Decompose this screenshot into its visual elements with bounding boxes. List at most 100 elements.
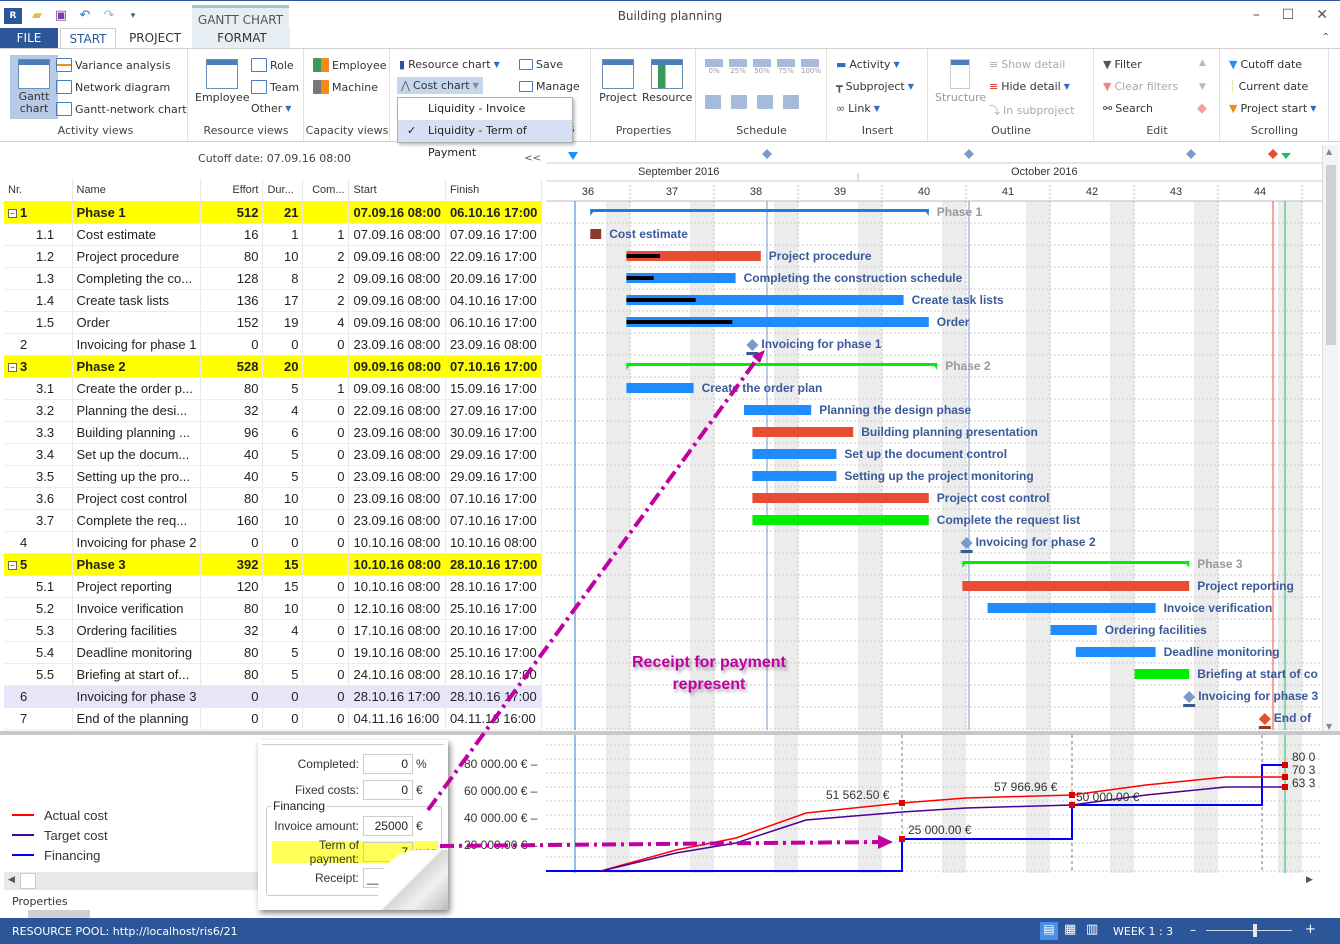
cell-effort[interactable]: 0 [200,531,264,554]
save-chart-button[interactable]: Save [519,58,563,71]
cell-nr[interactable]: 7 [4,707,73,730]
cell-start[interactable]: 17.10.16 08:00 [348,619,446,642]
gantt-vertical-scrollbar[interactable]: ▲ ▼ [1322,145,1338,735]
cell-effort[interactable]: 152 [200,311,264,334]
cell-finish[interactable]: 07.10.16 17:00 [445,509,543,532]
cell-finish[interactable]: 15.09.16 17:00 [445,377,543,400]
cell-start[interactable]: 23.09.16 08:00 [348,421,446,444]
col-name[interactable]: Name [72,179,202,202]
cell-duration[interactable]: 10 [262,245,304,268]
cell-name[interactable]: Invoice verification [72,597,202,620]
table-row[interactable]: 3.3 Building planning ... 96 6 0 23.09.16 08:… [4,421,543,444]
filter-button[interactable]: ▼ Filter [1103,58,1142,71]
cell-nr[interactable]: 1.5 [4,311,73,334]
insert-activity-dropdown[interactable]: ▬ Activity ▼ [836,58,900,71]
col-duration[interactable]: Dur... [262,179,304,202]
cell-duration[interactable]: 10 [262,509,304,532]
gantt-view-icon[interactable]: ▤ [1040,922,1058,940]
network-diagram-button[interactable]: Network diagram [56,80,170,94]
scrollbar-thumb[interactable] [20,873,36,889]
cell-nr[interactable]: 3.3 [4,421,73,444]
progress-50-button[interactable]: 50% [753,59,771,75]
cell-name[interactable]: Complete the req... [72,509,202,532]
progress-25-button[interactable]: 25% [729,59,747,75]
project-start-dropdown[interactable]: ▼ Project start ▼ [1229,102,1316,115]
cell-nr[interactable]: 2 [4,333,73,356]
cell-nr[interactable]: 1.1 [4,223,73,246]
cell-completed[interactable] [302,355,350,378]
cell-finish[interactable]: 25.10.16 17:00 [445,641,543,664]
collapse-toggle-icon[interactable]: − [8,560,17,570]
col-nr[interactable]: Nr. [4,179,73,202]
cell-nr[interactable]: 3.6 [4,487,73,510]
phase-row[interactable]: −1 Phase 1 512 21 07.09.16 08:00 06.10.16 17:… [4,201,543,224]
cell-duration[interactable]: 19 [262,311,304,334]
structure-button[interactable]: Structure [935,59,986,104]
cell-finish[interactable]: 28.10.16 17:00 [445,685,543,708]
cell-nr[interactable]: 3.2 [4,399,73,422]
scroll-down-arrow-icon[interactable]: ▼ [1326,722,1332,731]
cell-start[interactable]: 10.10.16 08:00 [348,575,446,598]
invoice-amount-input[interactable]: 25000 [363,816,413,836]
fixed-costs-input[interactable]: 0 [363,780,413,800]
zoom-in-button[interactable]: + [1305,922,1316,937]
team-button[interactable]: Team [251,80,299,94]
cell-start[interactable]: 09.09.16 08:00 [348,377,446,400]
cell-name[interactable]: Create the order p... [72,377,202,400]
search-button[interactable]: ⚯ Search [1103,102,1153,115]
cell-finish[interactable]: 23.09.16 08:00 [445,333,543,356]
cell-start[interactable]: 07.09.16 08:00 [348,201,446,224]
cell-name[interactable]: Building planning ... [72,421,202,444]
cell-duration[interactable]: 1 [262,223,304,246]
phase-row[interactable]: −5 Phase 3 392 15 10.10.16 08:00 28.10.16 17:… [4,553,543,576]
zoom-slider-thumb[interactable] [1253,924,1258,937]
cell-start[interactable]: 07.09.16 08:00 [348,223,446,246]
cell-completed[interactable]: 0 [302,597,350,620]
tab-format[interactable]: FORMAT [194,28,290,49]
eraser-icon[interactable]: ◆ [1197,101,1207,116]
other-views-dropdown[interactable]: Other ▼ [251,102,291,115]
cell-start[interactable]: 09.09.16 08:00 [348,311,446,334]
cell-name[interactable]: Deadline monitoring [72,641,202,664]
cell-finish[interactable]: 04.11.16 16:00 [445,707,543,730]
cell-effort[interactable]: 0 [200,333,264,356]
cell-effort[interactable]: 32 [200,399,264,422]
cell-finish[interactable]: 04.10.16 17:00 [445,289,543,312]
variance-analysis-button[interactable]: Variance analysis [56,58,171,72]
cell-effort[interactable]: 16 [200,223,264,246]
col-finish[interactable]: Finish [445,179,543,202]
properties-panel-label[interactable]: Properties [12,895,68,908]
cell-effort[interactable]: 128 [200,267,264,290]
table-row[interactable]: 3.7 Complete the req... 160 10 0 23.09.16 08:… [4,509,543,532]
minimize-icon[interactable]: – [1253,7,1260,23]
cell-name[interactable]: Phase 2 [72,355,202,378]
schedule-to-cutoff-icon[interactable] [705,95,721,109]
resource-properties-button[interactable]: Resource [642,59,692,104]
cell-nr[interactable]: 3.5 [4,465,73,488]
cell-duration[interactable]: 5 [262,465,304,488]
collapse-table-button[interactable]: << [524,153,541,164]
cell-name[interactable]: Project cost control [72,487,202,510]
cell-name[interactable]: Cost estimate [72,223,202,246]
cell-nr[interactable]: 6 [4,685,73,708]
cost-chart-dropdown[interactable]: ⋀ Cost chart ▼ [397,77,483,94]
progress-0-button[interactable]: 0% [705,59,723,75]
col-effort[interactable]: Effort [200,179,264,202]
cell-effort[interactable]: 160 [200,509,264,532]
table-row[interactable]: 2 Invoicing for phase 1 0 0 0 23.09.16 08:00 2… [4,333,543,356]
cell-finish[interactable]: 28.10.16 17:00 [445,663,543,686]
cell-nr[interactable]: 3.4 [4,443,73,466]
table-row[interactable]: 5.1 Project reporting 120 15 0 10.10.16 08:00… [4,575,543,598]
capacity-view-icon[interactable]: ▥ [1086,922,1098,937]
cell-completed[interactable]: 0 [302,707,350,730]
cell-completed[interactable]: 0 [302,399,350,422]
cell-finish[interactable]: 25.10.16 17:00 [445,597,543,620]
cell-nr[interactable]: 5.5 [4,663,73,686]
cell-duration[interactable]: 10 [262,487,304,510]
cell-completed[interactable] [302,553,350,576]
cell-completed[interactable]: 1 [302,377,350,400]
cell-nr[interactable]: 1.4 [4,289,73,312]
table-row[interactable]: 4 Invoicing for phase 2 0 0 0 10.10.16 08:00 1… [4,531,543,554]
cell-effort[interactable]: 512 [200,201,264,224]
menu-item-liquidity-invoice-amount[interactable]: Liquidity - Invoice Amount [398,98,572,137]
